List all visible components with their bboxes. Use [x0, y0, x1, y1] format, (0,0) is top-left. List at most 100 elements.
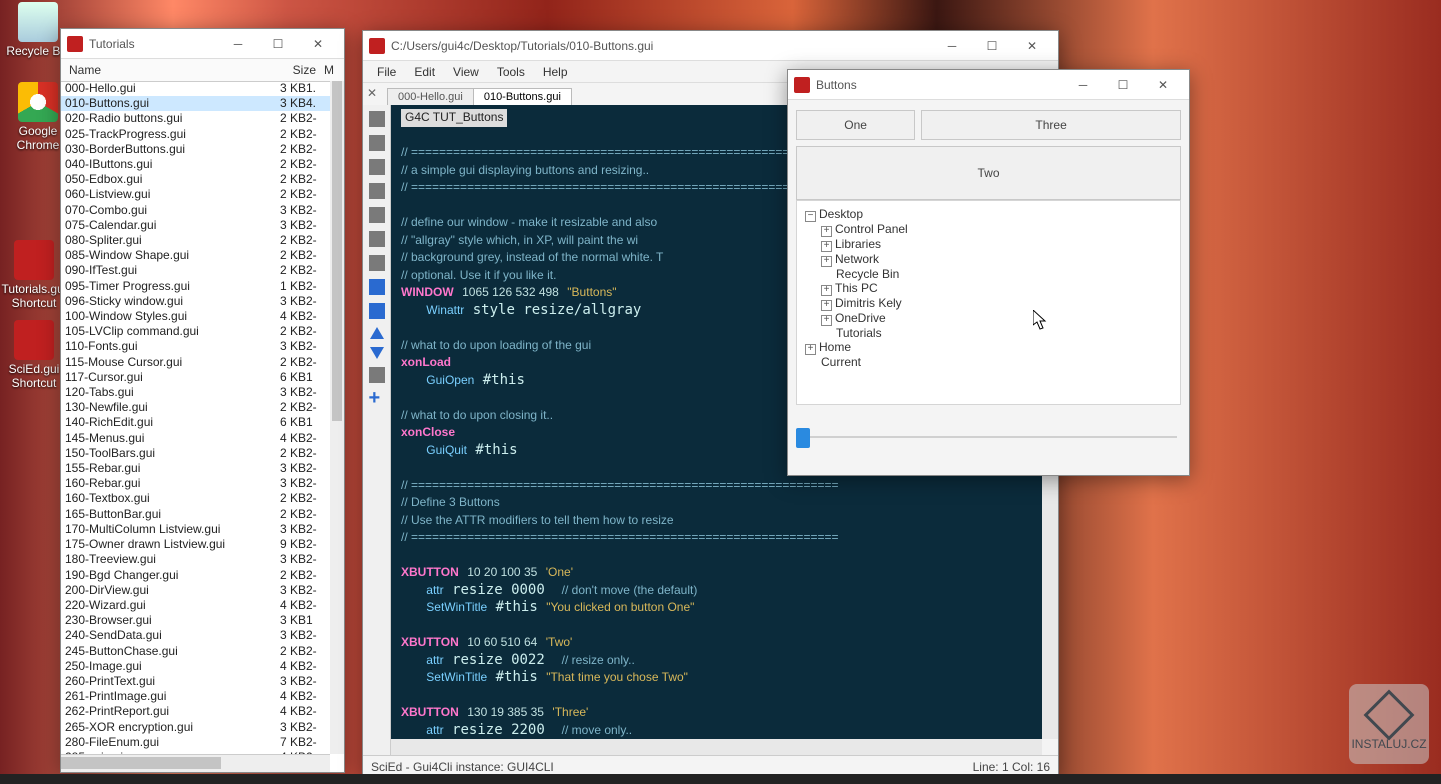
tree-toggle-icon[interactable]: + [821, 256, 832, 267]
button-three[interactable]: Three [921, 110, 1181, 140]
search-icon[interactable] [369, 231, 385, 247]
file-row[interactable]: 260-PrintText.gui3 KB2- [61, 674, 330, 689]
tree-node[interactable]: Control Panel [835, 222, 908, 236]
close-button[interactable]: ✕ [298, 30, 338, 58]
save-icon[interactable] [369, 159, 385, 175]
tree-toggle-icon[interactable]: + [821, 300, 832, 311]
file-row[interactable]: 010-Buttons.gui3 KB4. [61, 96, 330, 111]
file-row[interactable]: 230-Browser.gui3 KB1 [61, 613, 330, 628]
file-row[interactable]: 145-Menus.gui4 KB2- [61, 431, 330, 446]
file-row[interactable]: 190-Bgd Changer.gui2 KB2- [61, 568, 330, 583]
tree-node[interactable]: Current [821, 355, 861, 369]
column-header-name[interactable]: Name [65, 61, 274, 79]
file-row[interactable]: 050-Edbox.gui2 KB2- [61, 172, 330, 187]
file-row[interactable]: 080-Spliter.gui2 KB2- [61, 233, 330, 248]
tree-node[interactable]: Home [819, 340, 851, 354]
file-row[interactable]: 280-FileEnum.gui7 KB2- [61, 735, 330, 750]
horizontal-scrollbar[interactable] [391, 739, 1042, 755]
tree-node[interactable]: Network [835, 252, 879, 266]
file-row[interactable]: 120-Tabs.gui3 KB2- [61, 385, 330, 400]
editor-tab-0[interactable]: 000-Hello.gui [387, 88, 474, 105]
file-row[interactable]: 075-Calendar.gui3 KB2- [61, 218, 330, 233]
file-row[interactable]: 170-MultiColumn Listview.gui3 KB2- [61, 522, 330, 537]
scrollbar-thumb[interactable] [61, 757, 221, 769]
file-row[interactable]: 261-PrintImage.gui4 KB2- [61, 689, 330, 704]
tree-node[interactable]: This PC [835, 281, 878, 295]
tree-node[interactable]: OneDrive [835, 311, 886, 325]
file-row[interactable]: 085-Window Shape.gui2 KB2- [61, 248, 330, 263]
minimize-button[interactable]: ─ [932, 32, 972, 60]
tree-node[interactable]: Tutorials [836, 326, 882, 340]
file-row[interactable]: 105-LVClip command.gui2 KB2- [61, 324, 330, 339]
maximize-button[interactable]: ☐ [972, 32, 1012, 60]
redo-icon[interactable] [369, 207, 385, 223]
tree-node[interactable]: Desktop [819, 207, 863, 221]
tool-icon[interactable] [369, 135, 385, 151]
tree-node[interactable]: Recycle Bin [836, 267, 899, 281]
tree-toggle-icon[interactable]: + [821, 285, 832, 296]
file-row[interactable]: 165-ButtonBar.gui2 KB2- [61, 507, 330, 522]
tool-icon[interactable] [369, 367, 385, 383]
tree-node[interactable]: Libraries [835, 237, 881, 251]
file-row[interactable]: 096-Sticky window.gui3 KB2- [61, 294, 330, 309]
file-row[interactable]: 115-Mouse Cursor.gui2 KB2- [61, 355, 330, 370]
slider-thumb[interactable] [796, 428, 810, 448]
explorer-file-list[interactable]: 000-Hello.gui3 KB1.010-Buttons.gui3 KB4.… [61, 81, 344, 754]
button-one[interactable]: One [796, 110, 915, 140]
file-row[interactable]: 000-Hello.gui3 KB1. [61, 81, 330, 96]
maximize-button[interactable]: ☐ [1103, 71, 1143, 99]
menu-file[interactable]: File [369, 63, 404, 81]
file-row[interactable]: 240-SendData.gui3 KB2- [61, 628, 330, 643]
file-row[interactable]: 250-Image.gui4 KB2- [61, 659, 330, 674]
zoom-icon[interactable] [369, 255, 385, 271]
file-row[interactable]: 040-IButtons.gui2 KB2- [61, 157, 330, 172]
file-row[interactable]: 220-Wizard.gui4 KB2- [61, 598, 330, 613]
marker-icon[interactable] [369, 279, 385, 295]
editor-titlebar[interactable]: C:/Users/gui4c/Desktop/Tutorials/010-But… [363, 31, 1058, 61]
marker-icon[interactable] [369, 303, 385, 319]
file-row[interactable]: 140-RichEdit.gui6 KB1 [61, 415, 330, 430]
file-row[interactable]: 095-Timer Progress.gui1 KB2- [61, 279, 330, 294]
desktop-icon-scied-shortcut[interactable]: SciEd.gui Shortcut [0, 320, 68, 390]
button-two[interactable]: Two [796, 146, 1181, 200]
file-row[interactable]: 060-Listview.gui2 KB2- [61, 187, 330, 202]
tree-toggle-icon[interactable]: − [805, 211, 816, 222]
column-header-size[interactable]: Size [274, 61, 320, 79]
triangle-down-icon[interactable] [370, 347, 384, 359]
menu-tools[interactable]: Tools [489, 63, 533, 81]
menu-view[interactable]: View [445, 63, 487, 81]
file-row[interactable]: 262-PrintReport.gui4 KB2- [61, 704, 330, 719]
tree-node[interactable]: Dimitris Kely [835, 296, 902, 310]
close-button[interactable]: ✕ [1143, 71, 1183, 99]
minimize-button[interactable]: ─ [218, 30, 258, 58]
file-row[interactable]: 155-Rebar.gui3 KB2- [61, 461, 330, 476]
explorer-titlebar[interactable]: Tutorials ─ ☐ ✕ [61, 29, 344, 59]
triangle-up-icon[interactable] [370, 327, 384, 339]
vertical-scrollbar[interactable] [330, 81, 344, 754]
tree-toggle-icon[interactable]: + [821, 226, 832, 237]
file-row[interactable]: 160-Textbox.gui2 KB2- [61, 491, 330, 506]
file-row[interactable]: 150-ToolBars.gui2 KB2- [61, 446, 330, 461]
file-row[interactable]: 160-Rebar.gui3 KB2- [61, 476, 330, 491]
file-row[interactable]: 100-Window Styles.gui4 KB2- [61, 309, 330, 324]
file-row[interactable]: 070-Combo.gui3 KB2- [61, 203, 330, 218]
tree-toggle-icon[interactable]: + [805, 344, 816, 355]
tree-toggle-icon[interactable]: + [821, 315, 832, 326]
maximize-button[interactable]: ☐ [258, 30, 298, 58]
horizontal-scrollbar[interactable] [61, 754, 330, 772]
editor-tab-1[interactable]: 010-Buttons.gui [473, 88, 572, 105]
file-row[interactable]: 090-IfTest.gui2 KB2- [61, 263, 330, 278]
file-row[interactable]: 180-Treeview.gui3 KB2- [61, 552, 330, 567]
menu-help[interactable]: Help [535, 63, 576, 81]
slider[interactable] [796, 418, 1181, 448]
buttons-titlebar[interactable]: Buttons ─ ☐ ✕ [788, 70, 1189, 100]
column-header-modified[interactable]: M [320, 61, 340, 79]
file-row[interactable]: 110-Fonts.gui3 KB2- [61, 339, 330, 354]
file-row[interactable]: 130-Newfile.gui2 KB2- [61, 400, 330, 415]
tool-icon[interactable] [369, 111, 385, 127]
desktop-icon-tutorials-shortcut[interactable]: Tutorials.gui Shortcut [0, 240, 68, 310]
undo-icon[interactable] [369, 183, 385, 199]
close-button[interactable]: ✕ [1012, 32, 1052, 60]
tab-close-icon[interactable]: ✕ [367, 86, 381, 100]
file-row[interactable]: 117-Cursor.gui6 KB1 [61, 370, 330, 385]
